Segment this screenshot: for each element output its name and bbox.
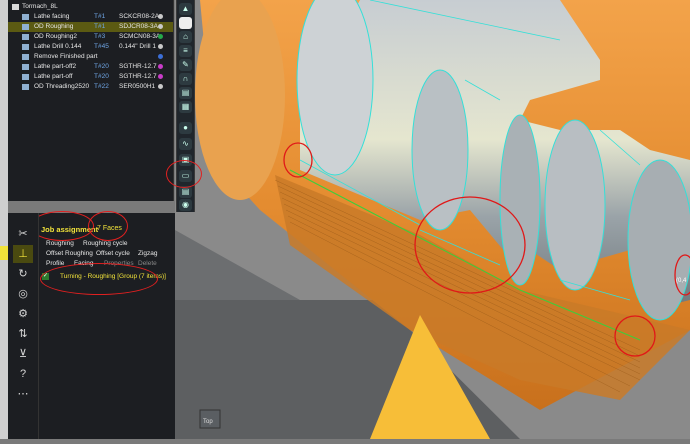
operation-tool: T#1 xyxy=(94,23,106,30)
help-icon[interactable]: ? xyxy=(13,365,33,383)
operation-tool: T#22 xyxy=(94,83,109,90)
status-dot-icon xyxy=(158,54,163,59)
operation-toolname: SER0500H1 xyxy=(119,83,156,90)
operation-row[interactable]: Lathe part-off2 T#20 SGTHR-12.7 xyxy=(8,62,173,72)
operation-toolname: 0.144" Drill 1 xyxy=(119,43,156,50)
operation-row[interactable]: OD Roughing T#1 SDJCR08-3A xyxy=(8,22,173,32)
operation-toolname: SDJCR08-3A xyxy=(119,23,159,30)
operation-name: OD Roughing2 xyxy=(34,33,77,40)
operation-icon xyxy=(22,14,29,20)
operation-name: Lathe facing xyxy=(34,13,70,20)
operation-tool: T#20 xyxy=(94,63,109,70)
status-dot-icon xyxy=(158,14,163,19)
operation-toolname: SCMCN08-3A xyxy=(119,33,161,40)
stop-icon[interactable] xyxy=(179,17,192,29)
lathe-icon[interactable]: ≡ xyxy=(179,45,192,57)
operations-panel: Tormach_8L Lathe facing T#1 SCKCR08-2A OD R… xyxy=(8,0,174,201)
title-annotation xyxy=(30,211,94,241)
operation-toolname: SGTHR-12.7 xyxy=(119,73,157,80)
operation-name: Lathe part-off xyxy=(34,73,73,80)
status-dot-icon xyxy=(158,24,163,29)
tree-root[interactable]: Tormach_8L xyxy=(8,2,173,12)
operation-row[interactable]: Remove Finished part xyxy=(8,52,173,62)
more-icon[interactable]: ⋯ xyxy=(13,385,33,403)
operation-icon xyxy=(22,24,29,30)
refresh-icon[interactable]: ↻ xyxy=(13,265,33,283)
status-dot-icon xyxy=(158,44,163,49)
job-tool-button[interactable]: Offset Roughing xyxy=(46,250,93,257)
job-tool-button[interactable]: Roughing xyxy=(46,240,74,247)
job-tool-button[interactable]: Zigzag xyxy=(138,250,158,257)
grid-icon[interactable]: ▦ xyxy=(179,101,192,113)
operation-name: OD Roughing xyxy=(34,23,74,30)
arch-icon[interactable]: ∩ xyxy=(179,73,192,85)
operation-name: Lathe Drill 0.144 xyxy=(34,43,82,50)
home-icon[interactable]: ⌂ xyxy=(179,31,192,43)
tools-icon[interactable]: ✂ xyxy=(13,225,33,243)
operation-row[interactable]: OD Roughing2 T#3 SCMCN08-3A xyxy=(8,32,173,42)
operation-icon xyxy=(22,44,29,50)
operation-tool: T#3 xyxy=(94,33,106,40)
wrench-icon[interactable]: ✎ xyxy=(179,59,192,71)
job-tool-button[interactable]: Offset cycle xyxy=(96,250,130,257)
operation-tool: T#1 xyxy=(94,13,106,20)
active-marker xyxy=(0,246,8,260)
job-icon[interactable]: ⊥ xyxy=(13,245,33,263)
operation-icon xyxy=(22,34,29,40)
coordinate-readout: (0,4 xyxy=(676,278,687,284)
operation-name: OD Threading2520 xyxy=(34,83,90,90)
job-side-toolbar: ✂ ⊥ ↻ ◎ ⚙ ⇅ ⊻ ? ⋯ xyxy=(8,213,39,439)
settings-icon[interactable]: ◉ xyxy=(179,199,192,211)
operation-toolname: SCKCR08-2A xyxy=(119,13,160,20)
operation-row[interactable]: Lathe part-off T#20 SGTHR-12.7 xyxy=(8,72,173,82)
operation-tool: T#45 xyxy=(94,43,109,50)
operation-name: Lathe part-off2 xyxy=(34,63,77,70)
operation-name: Remove Finished part xyxy=(34,53,98,60)
status-dot-icon xyxy=(158,64,163,69)
status-dot-icon xyxy=(158,74,163,79)
operation-row[interactable]: Lathe facing T#1 SCKCR08-2A xyxy=(8,12,173,22)
job-tool-button[interactable]: Delete xyxy=(138,260,157,267)
wave-icon[interactable]: ∿ xyxy=(179,138,192,150)
gear-icon[interactable]: ⚙ xyxy=(13,305,33,323)
status-dot-icon xyxy=(158,84,163,89)
viewcube-label: Top xyxy=(203,419,213,425)
job-tool-button[interactable]: Roughing cycle xyxy=(83,240,127,247)
operation-row[interactable]: Lathe Drill 0.144 T#45 0.144" Drill 1 xyxy=(8,42,173,52)
up-icon[interactable]: ▲ xyxy=(179,3,192,15)
operation-toolname: SGTHR-12.7 xyxy=(119,63,157,70)
status-dot-icon xyxy=(158,34,163,39)
operation-icon xyxy=(22,74,29,80)
strip-annotation xyxy=(166,160,202,188)
circle-icon[interactable]: ● xyxy=(179,122,192,134)
operation-icon xyxy=(22,54,29,60)
faces-annotation xyxy=(88,211,128,241)
operation-icon xyxy=(22,64,29,70)
left-scroll-strip xyxy=(0,0,8,439)
axis-icon[interactable]: ⇅ xyxy=(13,325,33,343)
operation-icon xyxy=(22,84,29,90)
layers-icon[interactable]: ▤ xyxy=(179,87,192,99)
filter-icon[interactable]: ⊻ xyxy=(13,345,33,363)
operation-tool: T#20 xyxy=(94,73,109,80)
assignment-annotation xyxy=(40,263,158,295)
compass-icon[interactable]: ◎ xyxy=(13,285,33,303)
operation-row[interactable]: OD Threading2520 T#22 SER0500H1 xyxy=(8,82,173,92)
